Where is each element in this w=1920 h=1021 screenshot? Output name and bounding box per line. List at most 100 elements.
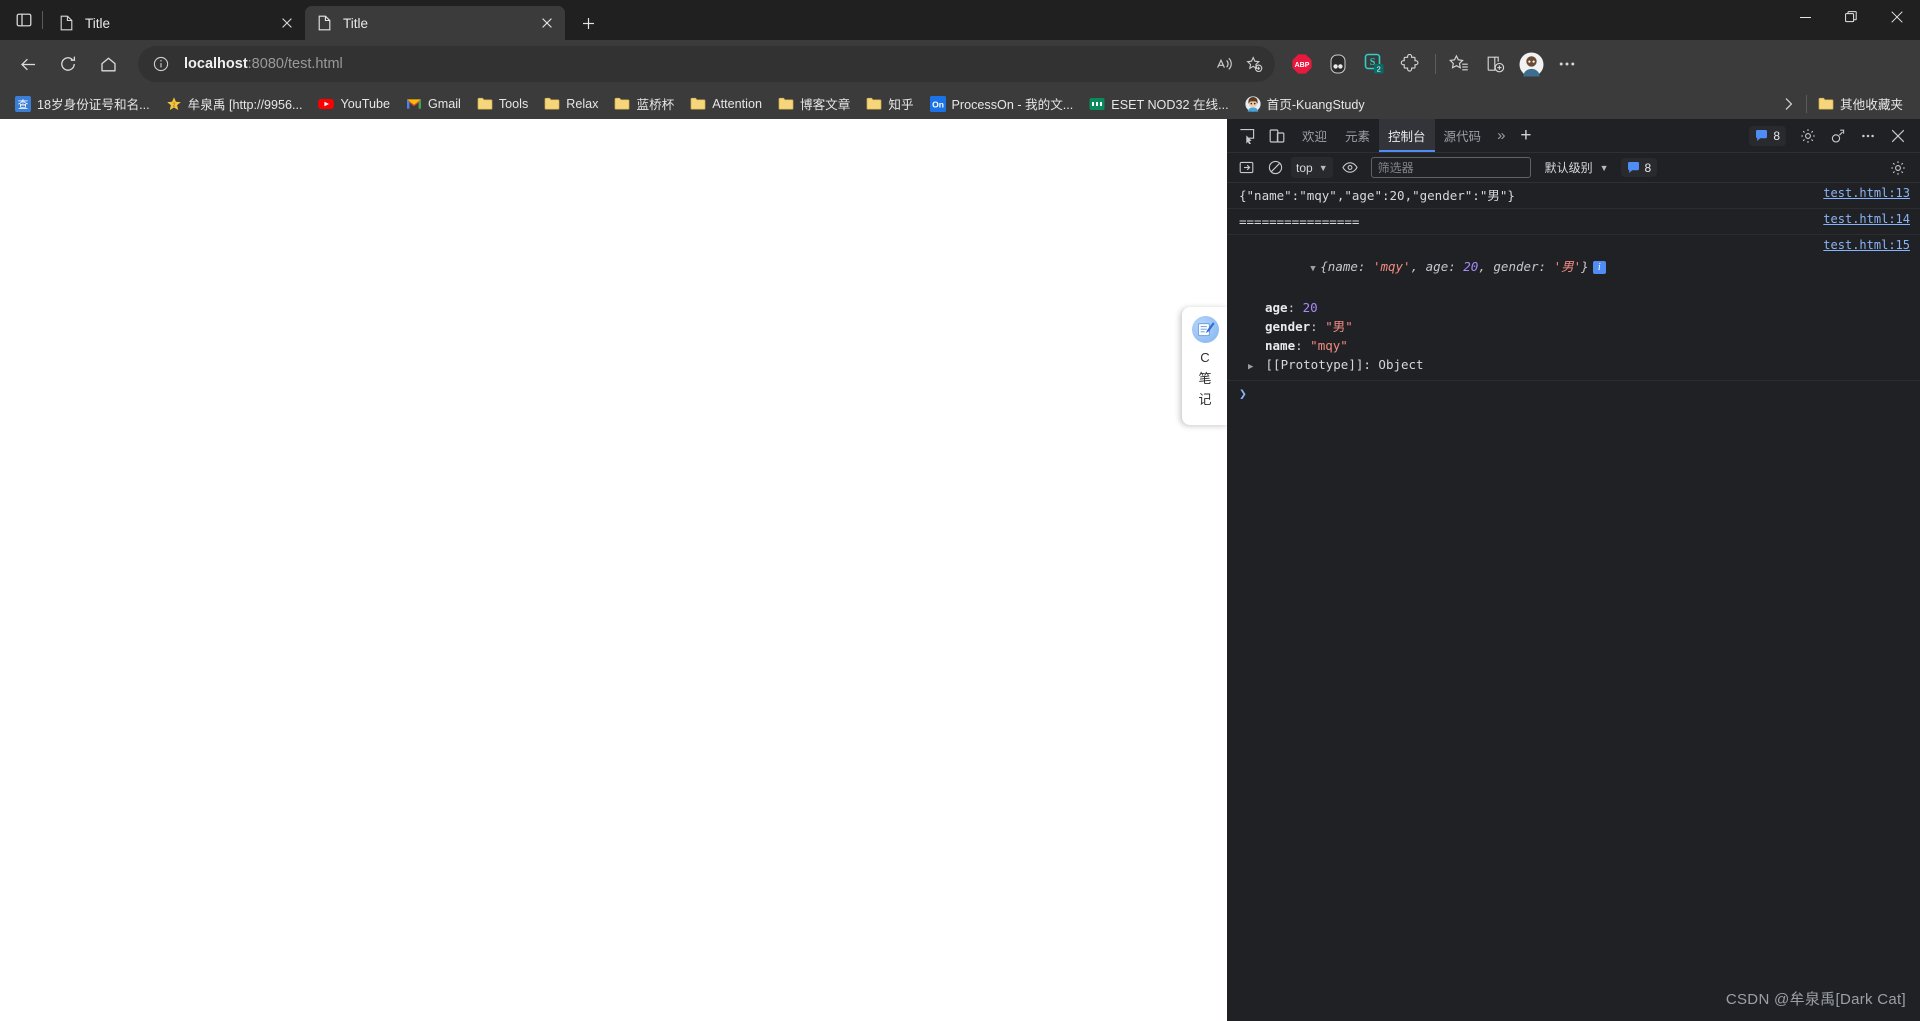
devtools-panel: 欢迎 元素 控制台 源代码 » + 8 top ▼ 筛选器 默认级别 ▼ 8 {…	[1227, 119, 1920, 1021]
maximize-restore-button[interactable]	[1828, 0, 1874, 34]
console-object-row[interactable]: ▼ {name: 'mqy', age: 20, gender: '男'} i te…	[1227, 235, 1920, 381]
console-filter-input[interactable]: 筛选器	[1370, 157, 1531, 178]
no-entry-icon[interactable]	[1262, 156, 1288, 180]
dock-side-icon[interactable]	[1824, 123, 1852, 149]
chevron-down-icon: ▼	[1599, 162, 1609, 173]
object-property-row[interactable]: gender: "男"	[1235, 317, 1920, 336]
devtools-tab-console[interactable]: 控制台	[1379, 119, 1435, 152]
more-options-icon[interactable]	[1854, 123, 1882, 149]
expand-toggle-icon[interactable]: ▶	[1248, 358, 1258, 377]
console-log-source[interactable]: test.html:13	[1823, 186, 1910, 200]
object-property-key: gender	[1265, 319, 1311, 334]
devtools-more-tabs-button[interactable]: »	[1490, 119, 1512, 152]
bookmark-label: 博客文章	[799, 98, 851, 112]
other-favorites-button[interactable]: 其他收藏夹	[1811, 92, 1910, 116]
close-window-button[interactable]	[1874, 0, 1920, 34]
youtube-icon	[318, 96, 335, 112]
sogou-icon[interactable]: S 2	[1357, 47, 1391, 81]
read-aloud-icon[interactable]	[1209, 49, 1239, 79]
bookmark-item[interactable]: 博客文章	[771, 92, 857, 116]
device-toolbar-icon[interactable]	[1263, 123, 1291, 149]
bookmark-item[interactable]: 查 18岁身份证号和名...	[8, 92, 157, 116]
tab-search-icon[interactable]	[6, 3, 42, 37]
bookmark-item[interactable]: 蓝桥杯	[607, 92, 681, 116]
add-favorite-icon[interactable]	[1239, 49, 1269, 79]
extension-dark-icon[interactable]	[1321, 47, 1355, 81]
kuangstudy-avatar-icon	[1245, 95, 1261, 112]
bookmark-item[interactable]: Attention	[683, 92, 769, 116]
console-context-selector[interactable]: top ▼	[1291, 157, 1333, 178]
bookmark-item[interactable]: Gmail	[399, 92, 468, 116]
object-property-key: age	[1265, 300, 1288, 315]
tab-close-icon[interactable]	[275, 11, 299, 35]
browser-tab-2[interactable]: Title	[305, 6, 565, 40]
object-preview-mid-2: , gender:	[1478, 259, 1554, 274]
inspect-element-icon[interactable]	[1233, 123, 1261, 149]
address-host: localhost	[184, 56, 248, 72]
close-icon[interactable]	[1884, 123, 1912, 149]
console-level-selector[interactable]: 默认级别 ▼	[1545, 159, 1609, 176]
browser-tab-1[interactable]: Title	[47, 6, 305, 40]
bookmark-item[interactable]: YouTube	[311, 92, 397, 116]
bookmarks-overflow-button[interactable]	[1773, 92, 1804, 116]
home-icon[interactable]	[90, 46, 126, 82]
other-favorites-label: 其他收藏夹	[1840, 98, 1903, 112]
bookmark-item[interactable]: Relax	[537, 92, 605, 116]
favorites-icon[interactable]	[1442, 47, 1476, 81]
profile-avatar[interactable]	[1514, 47, 1548, 81]
object-property-row[interactable]: name: "mqy"	[1235, 336, 1920, 355]
bookmark-label: Tools	[498, 96, 529, 111]
address-bar[interactable]: localhost:8080/test.html	[138, 46, 1275, 82]
console-output[interactable]: {"name":"mqy","age":20,"gender":"男"} tes…	[1227, 183, 1920, 1021]
bookmark-item[interactable]: 首页-KuangStudy	[1238, 92, 1372, 116]
console-log-row[interactable]: ================ test.html:14	[1227, 209, 1920, 235]
console-log-row[interactable]: {"name":"mqy","age":20,"gender":"男"} tes…	[1227, 183, 1920, 209]
devtools-tab-sources[interactable]: 源代码	[1435, 119, 1491, 152]
console-toolbar: top ▼ 筛选器 默认级别 ▼ 8	[1227, 153, 1920, 183]
live-expression-icon[interactable]	[1337, 156, 1363, 180]
bookmark-item[interactable]: ESET NOD32 在线...	[1082, 92, 1235, 116]
back-arrow-icon[interactable]	[10, 46, 46, 82]
console-issues-count: 8	[1644, 160, 1652, 175]
minimize-button[interactable]	[1782, 0, 1828, 34]
folder-icon	[614, 96, 630, 112]
devtools-tab-welcome[interactable]: 欢迎	[1293, 119, 1336, 152]
tab-close-icon[interactable]	[535, 11, 559, 35]
site-info-icon[interactable]	[146, 49, 176, 79]
devtools-tab-elements[interactable]: 元素	[1336, 119, 1379, 152]
adblock-plus-icon[interactable]: ABP	[1285, 47, 1319, 81]
bookmarks-overflow: 其他收藏夹	[1773, 92, 1920, 116]
info-icon[interactable]: i	[1592, 261, 1606, 274]
console-object-preview[interactable]: ▼ {name: 'mqy', age: 20, gender: '男'} i	[1235, 238, 1920, 298]
object-property-row[interactable]: age: 20	[1235, 298, 1920, 317]
devtools-tab-label: 元素	[1345, 130, 1371, 144]
bookmark-item[interactable]: On ProcessOn - 我的文...	[923, 92, 1081, 116]
console-log-text: ================	[1239, 214, 1360, 229]
issues-count: 8	[1773, 128, 1780, 143]
console-issues-badge[interactable]: 8	[1620, 158, 1658, 177]
extensions-puzzle-icon[interactable]	[1393, 47, 1427, 81]
object-prototype-row[interactable]: ▶ [[Prototype]]: Object	[1235, 355, 1920, 377]
note-book-icon	[1191, 316, 1219, 343]
reload-icon[interactable]	[50, 46, 86, 82]
console-log-source[interactable]: test.html:14	[1823, 212, 1910, 226]
more-settings-icon[interactable]	[1550, 47, 1584, 81]
issues-badge[interactable]: 8	[1749, 125, 1786, 146]
tab-title: Title	[343, 15, 369, 31]
object-preview-mid-1: , age:	[1410, 259, 1464, 274]
collections-icon[interactable]	[1478, 47, 1512, 81]
gear-icon[interactable]	[1794, 123, 1822, 149]
bookmark-item[interactable]: 2 牟泉禹 [http://9956...	[159, 92, 310, 116]
bookmark-item[interactable]: Tools	[470, 92, 535, 116]
bookmark-label: ESET NOD32 在线...	[1111, 98, 1229, 112]
bookmark-item[interactable]: 知乎	[859, 92, 920, 116]
devtools-add-tab-button[interactable]: +	[1512, 119, 1539, 152]
console-log-source[interactable]: test.html:15	[1823, 238, 1910, 252]
clear-console-icon[interactable]	[1233, 156, 1259, 180]
gear-icon[interactable]	[1885, 156, 1911, 180]
console-prompt[interactable]: ❯	[1227, 381, 1920, 405]
note-widget[interactable]: C 笔 记	[1182, 307, 1228, 425]
expand-toggle-icon[interactable]: ▼	[1310, 260, 1320, 279]
new-tab-button[interactable]	[571, 8, 605, 38]
folder-icon	[778, 96, 794, 112]
